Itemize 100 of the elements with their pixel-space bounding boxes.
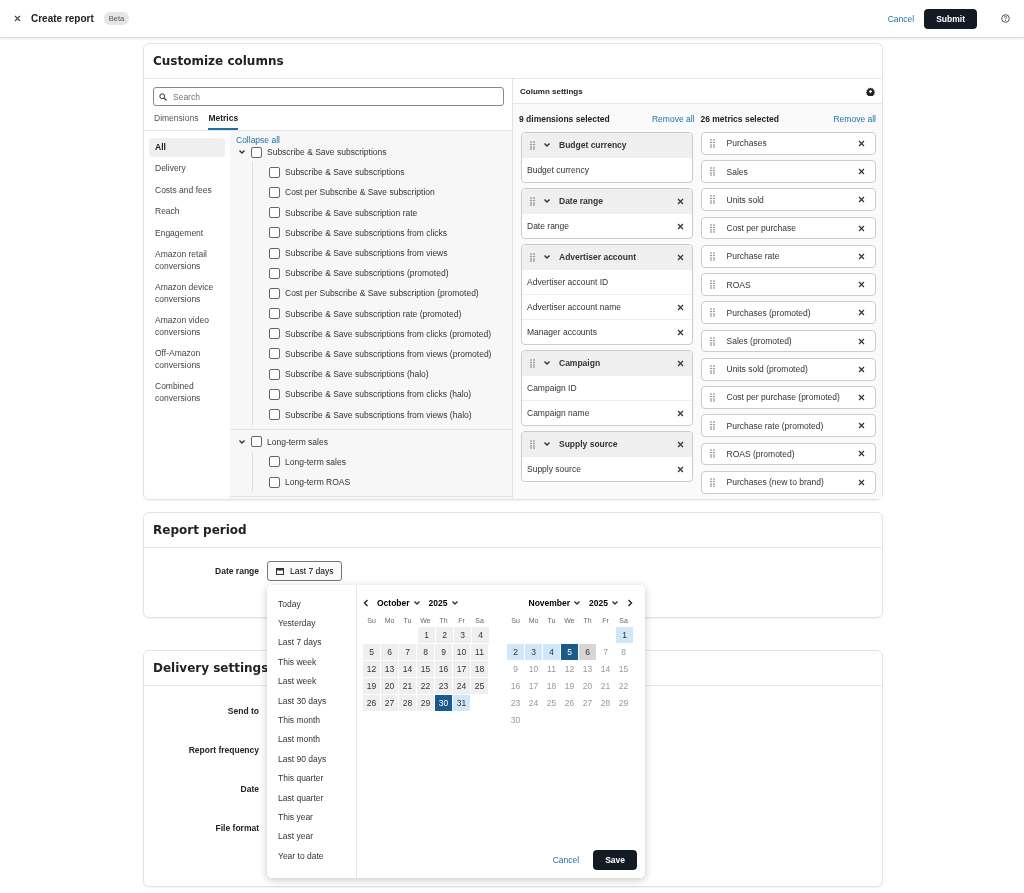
calendar-day[interactable]: 1 [418, 627, 435, 643]
drag-handle-icon[interactable] [709, 280, 715, 290]
close-icon[interactable] [858, 337, 865, 345]
drag-handle-icon[interactable] [709, 336, 715, 346]
close-icon[interactable] [676, 197, 684, 205]
remove-all-link[interactable]: Remove all [833, 114, 876, 124]
preset-option[interactable]: Last quarter [278, 787, 356, 808]
preset-option[interactable]: Last 90 days [278, 749, 356, 769]
help-icon[interactable] [1001, 14, 1010, 23]
close-icon[interactable] [858, 393, 865, 401]
calendar-day[interactable]: 1 [616, 627, 633, 643]
chevron-icon[interactable] [543, 359, 551, 367]
close-icon[interactable] [676, 440, 684, 448]
category-item[interactable]: Off-Amazon conversions [149, 344, 225, 376]
month-dropdown[interactable]: October [377, 598, 421, 608]
category-item[interactable]: Amazon retail conversions [149, 245, 225, 277]
category-item[interactable]: Amazon video conversions [149, 311, 225, 343]
checkbox[interactable] [269, 287, 280, 299]
checkbox[interactable] [269, 308, 280, 320]
drag-handle-icon[interactable] [709, 308, 715, 318]
year-dropdown[interactable]: 2025 [589, 598, 619, 608]
preset-option[interactable]: This quarter [278, 768, 356, 788]
close-icon[interactable] [858, 139, 865, 147]
calendar-day[interactable]: 23 [435, 678, 452, 694]
checkbox[interactable] [269, 348, 280, 360]
drag-handle-icon[interactable] [530, 358, 535, 368]
calendar-day[interactable]: 3 [454, 627, 471, 643]
category-item[interactable]: Costs and fees [149, 180, 225, 201]
calendar-day[interactable]: 11 [471, 644, 488, 660]
calendar-day[interactable]: 10 [453, 644, 470, 660]
drag-handle-icon[interactable] [709, 449, 715, 459]
category-item[interactable]: Reach [149, 202, 225, 222]
calendar-day[interactable]: 21 [399, 678, 416, 694]
close-icon[interactable] [858, 196, 865, 204]
category-item[interactable]: Engagement [149, 223, 225, 244]
calendar-day[interactable]: 15 [417, 661, 434, 677]
calendar-day[interactable]: 13 [381, 661, 398, 677]
chevron-icon[interactable] [543, 141, 551, 149]
calendar-day[interactable]: 24 [453, 678, 470, 694]
calendar-day[interactable]: 7 [399, 644, 416, 660]
preset-option[interactable]: This year [278, 807, 356, 827]
drag-handle-icon[interactable] [709, 223, 715, 233]
category-item[interactable]: Delivery [149, 159, 225, 179]
checkbox[interactable] [269, 186, 280, 198]
checkbox[interactable] [269, 328, 280, 340]
date-range-button[interactable]: Last 7 days [267, 561, 343, 581]
calendar-day[interactable]: 20 [381, 678, 398, 694]
checkbox[interactable] [269, 388, 280, 400]
calendar-day[interactable]: 27 [381, 695, 398, 711]
drag-handle-icon[interactable] [709, 138, 715, 148]
calendar-day[interactable]: 28 [399, 695, 416, 711]
month-dropdown[interactable]: November [528, 598, 582, 608]
checkbox[interactable] [251, 436, 262, 448]
close-icon[interactable] [858, 450, 865, 458]
checkbox[interactable] [269, 476, 280, 488]
close-icon[interactable] [676, 328, 684, 336]
close-icon[interactable] [858, 224, 865, 232]
checkbox[interactable] [269, 227, 280, 239]
category-item[interactable]: Combined conversions [149, 377, 225, 409]
calendar-day[interactable]: 26 [363, 695, 380, 711]
close-icon[interactable] [858, 365, 865, 373]
drag-handle-icon[interactable] [530, 140, 535, 150]
next-month-icon[interactable] [627, 599, 633, 607]
chevron-icon[interactable] [611, 599, 619, 607]
calendar-day[interactable]: 31 [453, 695, 470, 711]
calendar-day[interactable]: 3 [525, 644, 542, 660]
drag-handle-icon[interactable] [709, 167, 715, 177]
preset-option[interactable]: Last 7 days [278, 632, 356, 653]
chevron-icon[interactable] [450, 599, 459, 607]
calendar-day[interactable]: 6 [381, 644, 398, 660]
settings-icon[interactable] [866, 86, 875, 96]
close-icon[interactable] [676, 253, 684, 261]
calendar-day[interactable]: 8 [417, 644, 434, 660]
search-field[interactable]: Search [153, 87, 504, 106]
checkbox[interactable] [269, 166, 280, 178]
close-icon[interactable] [676, 359, 684, 367]
calendar-day[interactable]: 9 [435, 644, 452, 660]
preset-option[interactable]: Yesterday [278, 613, 356, 633]
preset-option[interactable]: This week [278, 652, 356, 672]
close-icon[interactable] [858, 252, 865, 260]
calendar-day[interactable]: 5 [561, 644, 578, 660]
drag-handle-icon[interactable] [709, 421, 715, 431]
drag-handle-icon[interactable] [709, 195, 715, 205]
collapse-all-link[interactable]: Collapse all [230, 131, 286, 145]
calendar-day[interactable]: 5 [363, 644, 380, 660]
calendar-day[interactable]: 14 [399, 661, 416, 677]
close-icon[interactable] [858, 478, 865, 486]
checkbox[interactable] [269, 267, 280, 279]
preset-option[interactable]: Last week [278, 671, 356, 691]
preset-option[interactable]: This month [278, 710, 356, 730]
previous-month-icon[interactable] [363, 599, 369, 607]
checkbox[interactable] [269, 409, 280, 421]
calendar-day[interactable]: 2 [507, 644, 524, 660]
submit-button[interactable]: Submit [924, 8, 977, 29]
calendar-day[interactable]: 30 [435, 695, 452, 711]
drag-handle-icon[interactable] [709, 251, 715, 261]
close-icon[interactable] [676, 303, 684, 311]
remove-all-link[interactable]: Remove all [651, 114, 695, 124]
checkbox[interactable] [269, 207, 280, 219]
calendar-day[interactable]: 25 [471, 678, 488, 694]
